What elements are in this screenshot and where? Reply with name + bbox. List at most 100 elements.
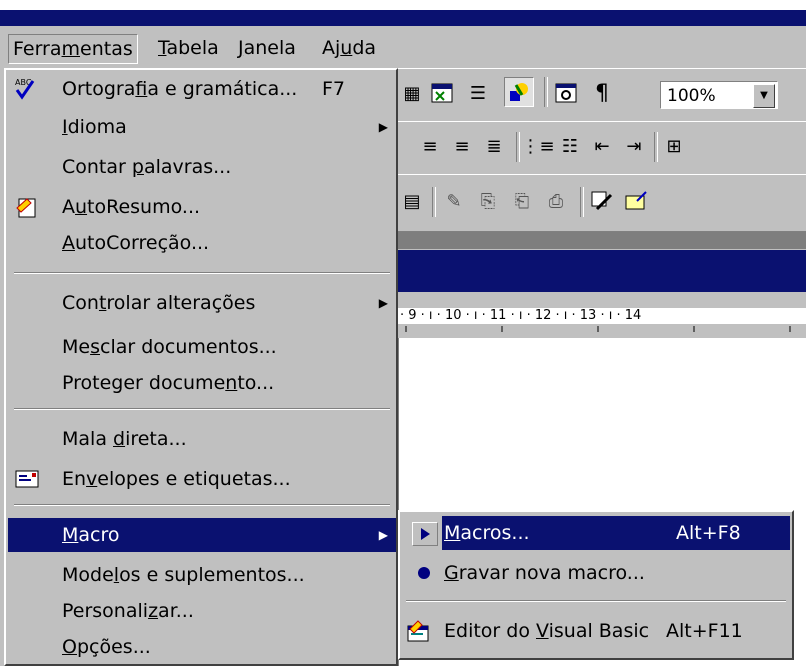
menu-item-label: Contar palavras... <box>62 156 232 178</box>
menu-item-modelos[interactable]: Modelos e suplementos... <box>8 558 396 592</box>
title-bar <box>0 0 806 26</box>
menu-accel: m <box>61 38 81 60</box>
ruler-ticks <box>405 326 791 332</box>
menu-item-label: Modelos e suplementos... <box>62 564 305 586</box>
menu-item-mesclar-documentos[interactable]: Mesclar documentos... <box>8 330 396 364</box>
accept-change-icon[interactable]: ⎘ <box>474 187 502 215</box>
menu-separator <box>14 272 390 274</box>
submenu-item-label: Macros... <box>444 522 530 544</box>
next-change-icon[interactable]: ⎙ <box>542 187 570 215</box>
menu-item-label: AutoCorreção... <box>62 232 210 254</box>
menu-tabela[interactable]: Tabela <box>154 34 223 62</box>
menu-item-label: Opções... <box>62 636 151 658</box>
menu-item-label: Mala direta... <box>62 428 187 450</box>
submenu-item-macros[interactable]: Macros... Alt+F8 <box>402 516 790 550</box>
zoom-combobox[interactable]: 100% ▼ <box>660 81 778 109</box>
chevron-down-icon[interactable]: ▼ <box>753 84 775 108</box>
submenu-item-label: Gravar nova macro... <box>444 562 645 584</box>
toolbar-separator <box>580 187 584 217</box>
menu-item-idioma[interactable]: Idioma ▶ <box>8 110 396 144</box>
menu-separator <box>14 408 390 410</box>
menu-label: abela <box>166 37 219 59</box>
menu-ajuda[interactable]: Ajuda <box>318 34 380 62</box>
ferramentas-menu: ABC Ortografia e gramática... F7 Idioma … <box>4 68 398 666</box>
menu-item-ortografia[interactable]: ABC Ortografia e gramática... F7 <box>8 72 396 106</box>
menu-item-label: AutoResumo... <box>62 196 201 218</box>
zoom-value: 100% <box>667 86 716 106</box>
menu-item-macro[interactable]: Macro ▶ <box>8 518 396 552</box>
formatting-toolbar: ≡ ≡ ≣ ⋮≡ ☷ ⇤ ⇥ ⊞ <box>398 121 806 175</box>
menu-item-autocorrecao[interactable]: AutoCorreção... <box>8 226 396 260</box>
menu-item-label: Macro <box>62 524 120 546</box>
menu-label: anela <box>243 37 296 59</box>
menu-item-label: Personalizar... <box>62 600 194 622</box>
menu-item-autoresumo[interactable]: AutoResumo... <box>8 190 396 224</box>
menu-separator <box>406 600 786 602</box>
document-title-bar <box>398 250 806 292</box>
shortcut-label: F7 <box>322 78 346 100</box>
border-icon[interactable]: ⊞ <box>660 132 688 160</box>
menu-item-proteger-documento[interactable]: Proteger documento... <box>8 366 396 400</box>
menu-bar: Ferramentas Tabela Janela Ajuda <box>0 26 806 68</box>
reviewing-toolbar: ▤ ✎ ⎘ ⎗ ⎙ <box>398 174 806 232</box>
envelope-icon <box>14 467 40 491</box>
toolbar-separator <box>544 77 548 107</box>
menu-janela[interactable]: Janela <box>234 34 300 62</box>
reject-change-icon[interactable]: ⎗ <box>508 187 536 215</box>
table-icon[interactable]: ▦ <box>398 79 426 107</box>
record-icon <box>412 562 436 584</box>
track-changes-icon[interactable]: ✎ <box>440 187 468 215</box>
menu-label: Ferra <box>13 38 62 60</box>
title-bar-strip <box>0 10 806 26</box>
document-map-icon[interactable] <box>552 79 580 107</box>
pilcrow-icon[interactable]: ¶ <box>588 79 616 107</box>
menu-item-label: Proteger documento... <box>62 372 275 394</box>
highlight-icon[interactable] <box>588 187 616 215</box>
menu-item-label: Ortografia e gramática... <box>62 78 298 100</box>
comment-icon[interactable] <box>622 187 650 215</box>
autosummarize-icon <box>14 195 40 219</box>
numbering-icon[interactable]: ⋮≡ <box>521 132 554 160</box>
bullets-icon[interactable]: ☷ <box>556 132 584 160</box>
insert-rows-icon[interactable]: ▤ <box>398 187 426 215</box>
horizontal-ruler[interactable]: · 9 · ı · 10 · ı · 11 · ı · 12 · ı · 13 … <box>398 296 806 338</box>
menu-item-envelopes[interactable]: Envelopes e etiquetas... <box>8 462 396 496</box>
menu-separator <box>14 504 390 506</box>
shortcut-label: Alt+F8 <box>676 522 741 544</box>
submenu-item-gravar-macro[interactable]: Gravar nova macro... <box>402 556 790 590</box>
macro-submenu: Macros... Alt+F8 Gravar nova macro... Ed… <box>398 510 794 660</box>
submenu-arrow-icon: ▶ <box>378 296 388 310</box>
submenu-item-label: Editor do Visual Basic <box>444 620 650 642</box>
menu-item-personalizar[interactable]: Personalizar... <box>8 594 396 628</box>
menu-item-controlar-alteracoes[interactable]: Controlar alterações ▶ <box>8 286 396 320</box>
menu-item-label: Controlar alterações <box>62 292 256 314</box>
menu-item-contar-palavras[interactable]: Contar palavras... <box>8 150 396 184</box>
vba-editor-icon <box>406 620 430 642</box>
menu-ferramentas[interactable]: Ferramentas <box>8 34 138 64</box>
shortcut-label: Alt+F11 <box>666 620 743 642</box>
justify-icon[interactable]: ≣ <box>480 132 508 160</box>
excel-icon[interactable] <box>428 79 456 107</box>
columns-icon[interactable]: ☰ <box>464 79 492 107</box>
ruler-scale: · 9 · ı · 10 · ı · 11 · ı · 12 · ı · 13 … <box>398 308 806 324</box>
menu-label: da <box>352 37 377 59</box>
window-separator <box>398 232 806 249</box>
toolbar-separator <box>516 132 520 162</box>
menu-label: Aj <box>322 37 341 59</box>
decrease-indent-icon[interactable]: ⇤ <box>588 132 616 160</box>
menu-item-label: Mesclar documentos... <box>62 336 277 358</box>
toolbar-separator <box>432 187 436 217</box>
menu-item-opcoes[interactable]: Opções... <box>8 630 396 664</box>
align-right-icon[interactable]: ≡ <box>448 132 476 160</box>
submenu-arrow-icon: ▶ <box>378 528 388 542</box>
menu-label: entas <box>80 38 133 60</box>
increase-indent-icon[interactable]: ⇥ <box>620 132 648 160</box>
spellcheck-icon: ABC <box>14 77 40 101</box>
menu-accel: u <box>340 37 353 59</box>
menu-item-label: Idioma <box>62 116 127 138</box>
align-center-icon[interactable]: ≡ <box>416 132 444 160</box>
submenu-item-vba-editor[interactable]: Editor do Visual Basic Alt+F11 <box>402 614 790 648</box>
menu-item-label: Envelopes e etiquetas... <box>62 468 291 490</box>
menu-item-mala-direta[interactable]: Mala direta... <box>8 422 396 456</box>
drawing-icon[interactable] <box>504 77 534 107</box>
